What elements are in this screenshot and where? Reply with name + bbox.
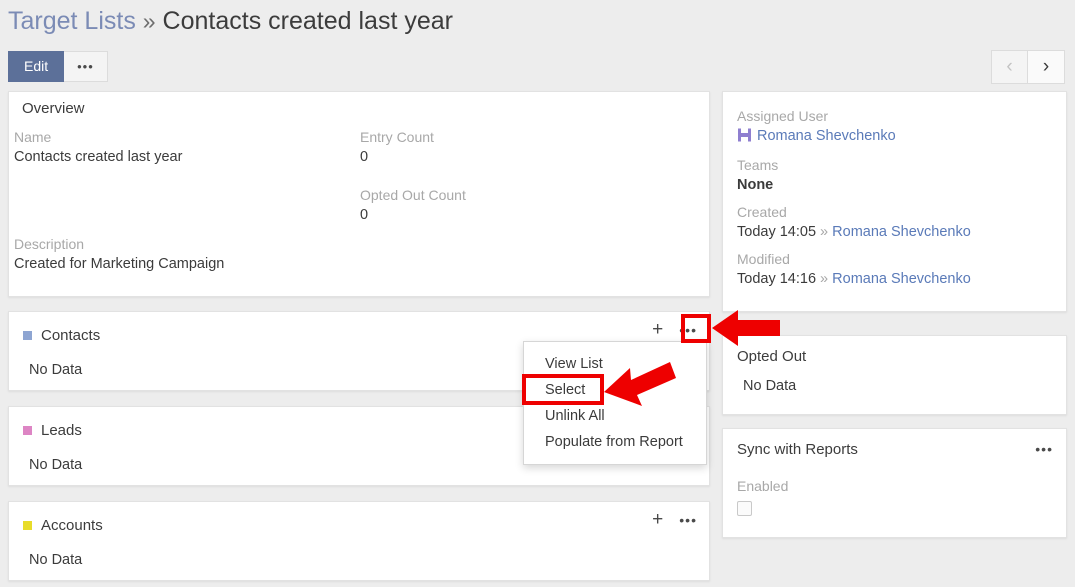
field-teams: Teams None [737, 156, 1052, 196]
field-description-label: Description [14, 235, 634, 254]
opted-out-empty-text: No Data [723, 366, 1066, 394]
record-more-button[interactable]: ••• [64, 51, 108, 82]
accounts-add-button[interactable]: + [652, 511, 663, 529]
relationship-panel-accounts: Accounts + ••• No Data [8, 501, 710, 581]
field-modified: Modified Today 14:16 » Romana Shevchenko [737, 250, 1052, 290]
field-description-value: Created for Marketing Campaign [14, 254, 634, 275]
user-avatar-icon [737, 128, 752, 149]
field-opted-out-count-label: Opted Out Count [360, 186, 660, 205]
accounts-empty-text: No Data [9, 538, 709, 568]
contacts-more-button[interactable]: ••• [679, 321, 697, 339]
field-modified-label: Modified [737, 250, 1052, 269]
accounts-color-swatch-icon [23, 521, 32, 530]
previous-record-button[interactable]: ‹ [991, 50, 1028, 84]
field-entry-count-value: 0 [360, 147, 660, 168]
menu-item-select[interactable]: Select [524, 377, 706, 403]
menu-item-view-list[interactable]: View List [524, 351, 706, 377]
overview-column-left: Name Contacts created last year [14, 128, 344, 186]
accounts-more-button[interactable]: ••• [679, 511, 697, 529]
sync-with-reports-panel-title: Sync with Reports [737, 441, 858, 458]
contacts-color-swatch-icon [23, 331, 32, 340]
field-description: Description Created for Marketing Campai… [14, 235, 634, 275]
sync-with-reports-panel: Sync with Reports ••• Enabled [722, 428, 1067, 538]
record-pagination: ‹ › [991, 50, 1065, 84]
contacts-panel-title: Contacts [41, 327, 100, 344]
breadcrumb: Target Lists » Contacts created last yea… [8, 4, 453, 38]
relationship-actions: + ••• [652, 511, 697, 529]
field-entry-count-label: Entry Count [360, 128, 660, 147]
page-root: Target Lists » Contacts created last yea… [0, 0, 1075, 587]
created-timestamp: Today 14:05 [737, 224, 816, 240]
relationship-header: Accounts + ••• [9, 502, 709, 538]
assigned-user-link[interactable]: Romana Shevchenko [757, 128, 896, 144]
field-created: Created Today 14:05 » Romana Shevchenko [737, 203, 1052, 243]
leads-color-swatch-icon [23, 426, 32, 435]
contacts-add-button[interactable]: + [652, 321, 663, 339]
field-opted-out-count-value: 0 [360, 205, 660, 226]
field-assigned-user-label: Assigned User [737, 107, 1052, 126]
modified-by-link[interactable]: Romana Shevchenko [832, 271, 971, 287]
field-name-label: Name [14, 128, 344, 147]
modified-separator: » [820, 271, 828, 287]
breadcrumb-parent-link[interactable]: Target Lists [8, 7, 136, 35]
field-created-label: Created [737, 203, 1052, 222]
enabled-checkbox[interactable] [737, 501, 752, 516]
field-teams-label: Teams [737, 156, 1052, 175]
opted-out-panel: Opted Out No Data [722, 335, 1067, 415]
chevron-left-icon: ‹ [1006, 56, 1012, 78]
field-name-value: Contacts created last year [14, 147, 344, 168]
next-record-button[interactable]: › [1028, 50, 1065, 84]
menu-item-populate-from-report[interactable]: Populate from Report [524, 429, 706, 455]
menu-item-unlink-all[interactable]: Unlink All [524, 403, 706, 429]
field-enabled-label: Enabled [737, 477, 1052, 496]
opted-out-panel-title: Opted Out [737, 348, 806, 365]
relationship-actions: + ••• [652, 321, 697, 339]
breadcrumb-separator: » [143, 8, 156, 34]
page-title: Contacts created last year [163, 7, 453, 35]
field-name: Name Contacts created last year [14, 128, 344, 168]
field-opted-out-count: Opted Out Count 0 [360, 186, 660, 226]
field-enabled: Enabled [723, 459, 1066, 521]
ellipsis-icon: ••• [77, 62, 94, 72]
modified-timestamp: Today 14:16 [737, 271, 816, 287]
edit-button[interactable]: Edit [8, 51, 64, 82]
record-action-buttons: Edit ••• [8, 51, 108, 82]
created-by-link[interactable]: Romana Shevchenko [832, 224, 971, 240]
contacts-context-menu: View List Select Unlink All Populate fro… [523, 341, 707, 465]
overview-panel-title: Overview [22, 100, 85, 117]
created-separator: » [820, 224, 828, 240]
field-assigned-user: Assigned User Romana Shevchenko [737, 107, 1052, 149]
chevron-right-icon: › [1043, 56, 1049, 78]
field-teams-value: None [737, 175, 1052, 196]
accounts-panel-title: Accounts [41, 517, 103, 534]
sync-with-reports-more-button[interactable]: ••• [1035, 441, 1053, 457]
leads-panel-title: Leads [41, 422, 82, 439]
overview-column-right: Entry Count 0 Opted Out Count 0 [360, 128, 660, 244]
field-entry-count: Entry Count 0 [360, 128, 660, 168]
details-panel: Assigned User Romana Shevchenko Teams No… [722, 91, 1067, 312]
